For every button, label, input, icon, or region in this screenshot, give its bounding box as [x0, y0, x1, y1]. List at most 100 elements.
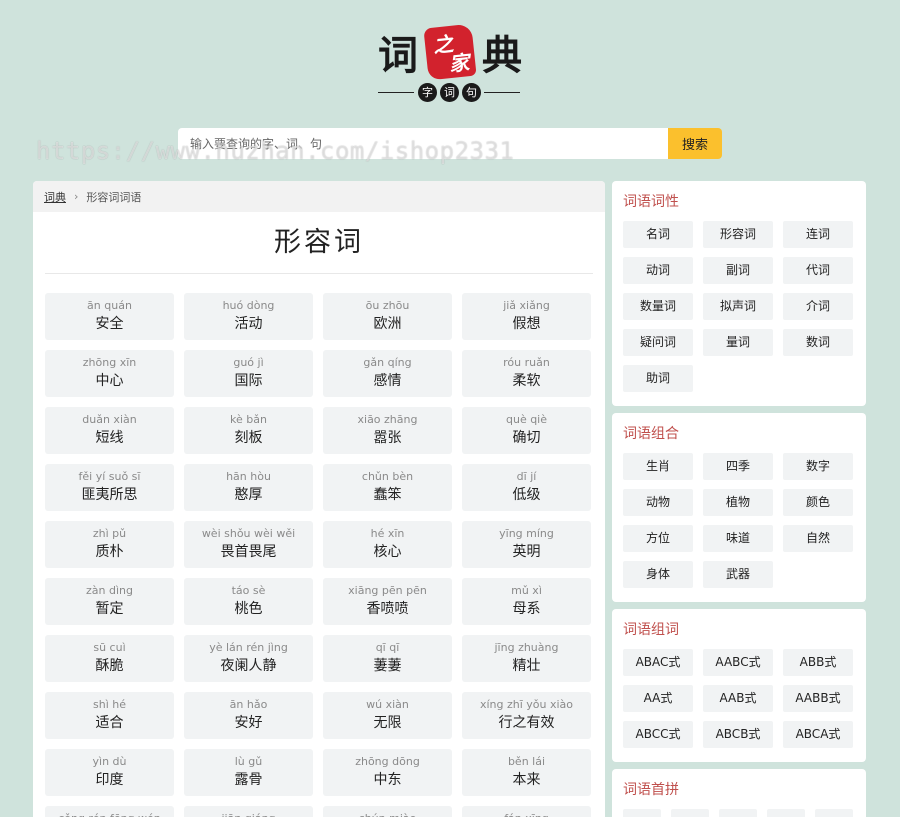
word-hanzi: 适合	[95, 715, 124, 731]
word-hanzi: 印度	[95, 772, 124, 788]
combo-tag[interactable]: 自然	[783, 525, 853, 552]
pos-tag[interactable]: 副词	[703, 257, 773, 284]
word-card[interactable]: chún miào	[323, 806, 452, 817]
word-hanzi: 酥脆	[95, 658, 124, 674]
word-pinyin: yè lán rén jìng	[209, 641, 288, 654]
word-card[interactable]: què qiè 确切	[462, 407, 591, 454]
word-card[interactable]: guó jì 国际	[184, 350, 313, 397]
pattern-tag-list: ABAC式 AABC式 ABB式 AA式 AAB式 AABB式 ABCC式 ABCB式 ABCA…	[623, 649, 855, 748]
pos-tag[interactable]: 量词	[703, 329, 773, 356]
combo-tag[interactable]: 武器	[703, 561, 773, 588]
search-input[interactable]	[178, 128, 668, 159]
pos-tag[interactable]: 动词	[623, 257, 693, 284]
word-card[interactable]: hé xīn 核心	[323, 521, 452, 568]
word-card[interactable]: xiāng pēn pēn 香喷喷	[323, 578, 452, 625]
word-card[interactable]: zàn dìng 暂定	[45, 578, 174, 625]
word-hanzi: 假想	[512, 316, 541, 332]
search-button[interactable]: 搜索	[668, 128, 722, 159]
initial-tag[interactable]	[623, 809, 661, 817]
word-card[interactable]: mǔ xì 母系	[462, 578, 591, 625]
word-card[interactable]: cǒng rén fēng wén	[45, 806, 174, 817]
pattern-tag[interactable]: ABB式	[783, 649, 853, 676]
word-card[interactable]: fěi yí suǒ sī 匪夷所思	[45, 464, 174, 511]
word-pinyin: wú xiàn	[366, 698, 409, 711]
initial-tag[interactable]	[671, 809, 709, 817]
pos-tag[interactable]: 数量词	[623, 293, 693, 320]
pos-tag[interactable]: 助词	[623, 365, 693, 392]
pattern-tag[interactable]: AAB式	[703, 685, 773, 712]
word-card[interactable]: xiāo zhāng 嚣张	[323, 407, 452, 454]
combo-tag[interactable]: 味道	[703, 525, 773, 552]
combo-tag[interactable]: 颜色	[783, 489, 853, 516]
pos-tag[interactable]: 连词	[783, 221, 853, 248]
initial-tag[interactable]	[815, 809, 853, 817]
pos-tag[interactable]: 名词	[623, 221, 693, 248]
breadcrumb: 词典 › 形容词词语	[33, 181, 605, 212]
word-card[interactable]: yè lán rén jìng 夜阑人静	[184, 635, 313, 682]
word-card[interactable]: qī qī 萋萋	[323, 635, 452, 682]
pattern-tag[interactable]: AABC式	[703, 649, 773, 676]
word-card[interactable]: jīng zhuàng 精壮	[462, 635, 591, 682]
sidebar-section-title: 词语组词	[623, 622, 679, 638]
logo-char: 词	[378, 32, 418, 79]
sidebar-section-title: 词语首拼	[623, 782, 679, 798]
combo-tag[interactable]: 方位	[623, 525, 693, 552]
word-card[interactable]: zhōng xīn 中心	[45, 350, 174, 397]
word-card[interactable]: xíng zhī yǒu xiào 行之有效	[462, 692, 591, 739]
word-pinyin: zhōng dōng	[355, 755, 420, 768]
word-card[interactable]: shì hé 适合	[45, 692, 174, 739]
breadcrumb-home-link[interactable]: 词典	[44, 189, 66, 205]
initial-tag[interactable]	[719, 809, 757, 817]
pattern-tag[interactable]: ABAC式	[623, 649, 693, 676]
pos-tag-list: 名词 形容词 连词动词 副词 代词数量词 拟声词 介词疑问词 量词 数词助词	[623, 221, 855, 392]
word-card[interactable]: duǎn xiàn 短线	[45, 407, 174, 454]
pos-tag[interactable]: 代词	[783, 257, 853, 284]
word-card[interactable]: gǎn qíng 感情	[323, 350, 452, 397]
word-card[interactable]: yīng míng 英明	[462, 521, 591, 568]
combo-tag[interactable]: 动物	[623, 489, 693, 516]
combo-tag[interactable]: 生肖	[623, 453, 693, 480]
word-card[interactable]: zhōng dōng 中东	[323, 749, 452, 796]
word-hanzi: 核心	[373, 544, 402, 560]
pos-tag[interactable]: 疑问词	[623, 329, 693, 356]
word-card[interactable]: jiān qiáng	[184, 806, 313, 817]
pos-tag[interactable]: 形容词	[703, 221, 773, 248]
pattern-tag[interactable]: AABB式	[783, 685, 853, 712]
combo-tag[interactable]: 数字	[783, 453, 853, 480]
word-card[interactable]: dī jí 低级	[462, 464, 591, 511]
pattern-tag[interactable]: ABCB式	[703, 721, 773, 748]
initial-tag[interactable]	[767, 809, 805, 817]
word-card[interactable]: hān hòu 憨厚	[184, 464, 313, 511]
word-card[interactable]: lù gǔ 露骨	[184, 749, 313, 796]
logo-sub-char: 字	[418, 83, 437, 102]
word-card[interactable]: ōu zhōu 欧洲	[323, 293, 452, 340]
word-card[interactable]: zhì pǔ 质朴	[45, 521, 174, 568]
word-card[interactable]: ān hǎo 安好	[184, 692, 313, 739]
pos-tag[interactable]: 拟声词	[703, 293, 773, 320]
combo-tag[interactable]: 四季	[703, 453, 773, 480]
pos-tag[interactable]: 数词	[783, 329, 853, 356]
combo-tag[interactable]: 身体	[623, 561, 693, 588]
pattern-tag[interactable]: ABCC式	[623, 721, 693, 748]
combo-tag[interactable]: 植物	[703, 489, 773, 516]
word-card[interactable]: fán xīng	[462, 806, 591, 817]
pos-tag[interactable]: 介词	[783, 293, 853, 320]
site-logo[interactable]: 词 之 家 典 字 词 句	[376, 22, 526, 104]
word-card[interactable]: běn lái 本来	[462, 749, 591, 796]
word-card[interactable]: kè bǎn 刻板	[184, 407, 313, 454]
word-card[interactable]: wèi shǒu wèi wěi 畏首畏尾	[184, 521, 313, 568]
pattern-tag[interactable]: ABCA式	[783, 721, 853, 748]
word-card[interactable]: huó dòng 活动	[184, 293, 313, 340]
word-card[interactable]: sū cuì 酥脆	[45, 635, 174, 682]
word-card[interactable]: wú xiàn 无限	[323, 692, 452, 739]
pattern-tag[interactable]: AA式	[623, 685, 693, 712]
word-card[interactable]: chǔn bèn 蠢笨	[323, 464, 452, 511]
word-card[interactable]: ān quán 安全	[45, 293, 174, 340]
word-card[interactable]: jiǎ xiǎng 假想	[462, 293, 591, 340]
word-card[interactable]: yìn dù 印度	[45, 749, 174, 796]
word-hanzi: 暂定	[95, 601, 124, 617]
word-card[interactable]: róu ruǎn 柔软	[462, 350, 591, 397]
word-pinyin: hān hòu	[226, 470, 271, 483]
word-card[interactable]: táo sè 桃色	[184, 578, 313, 625]
word-pinyin: jiǎ xiǎng	[503, 299, 550, 312]
